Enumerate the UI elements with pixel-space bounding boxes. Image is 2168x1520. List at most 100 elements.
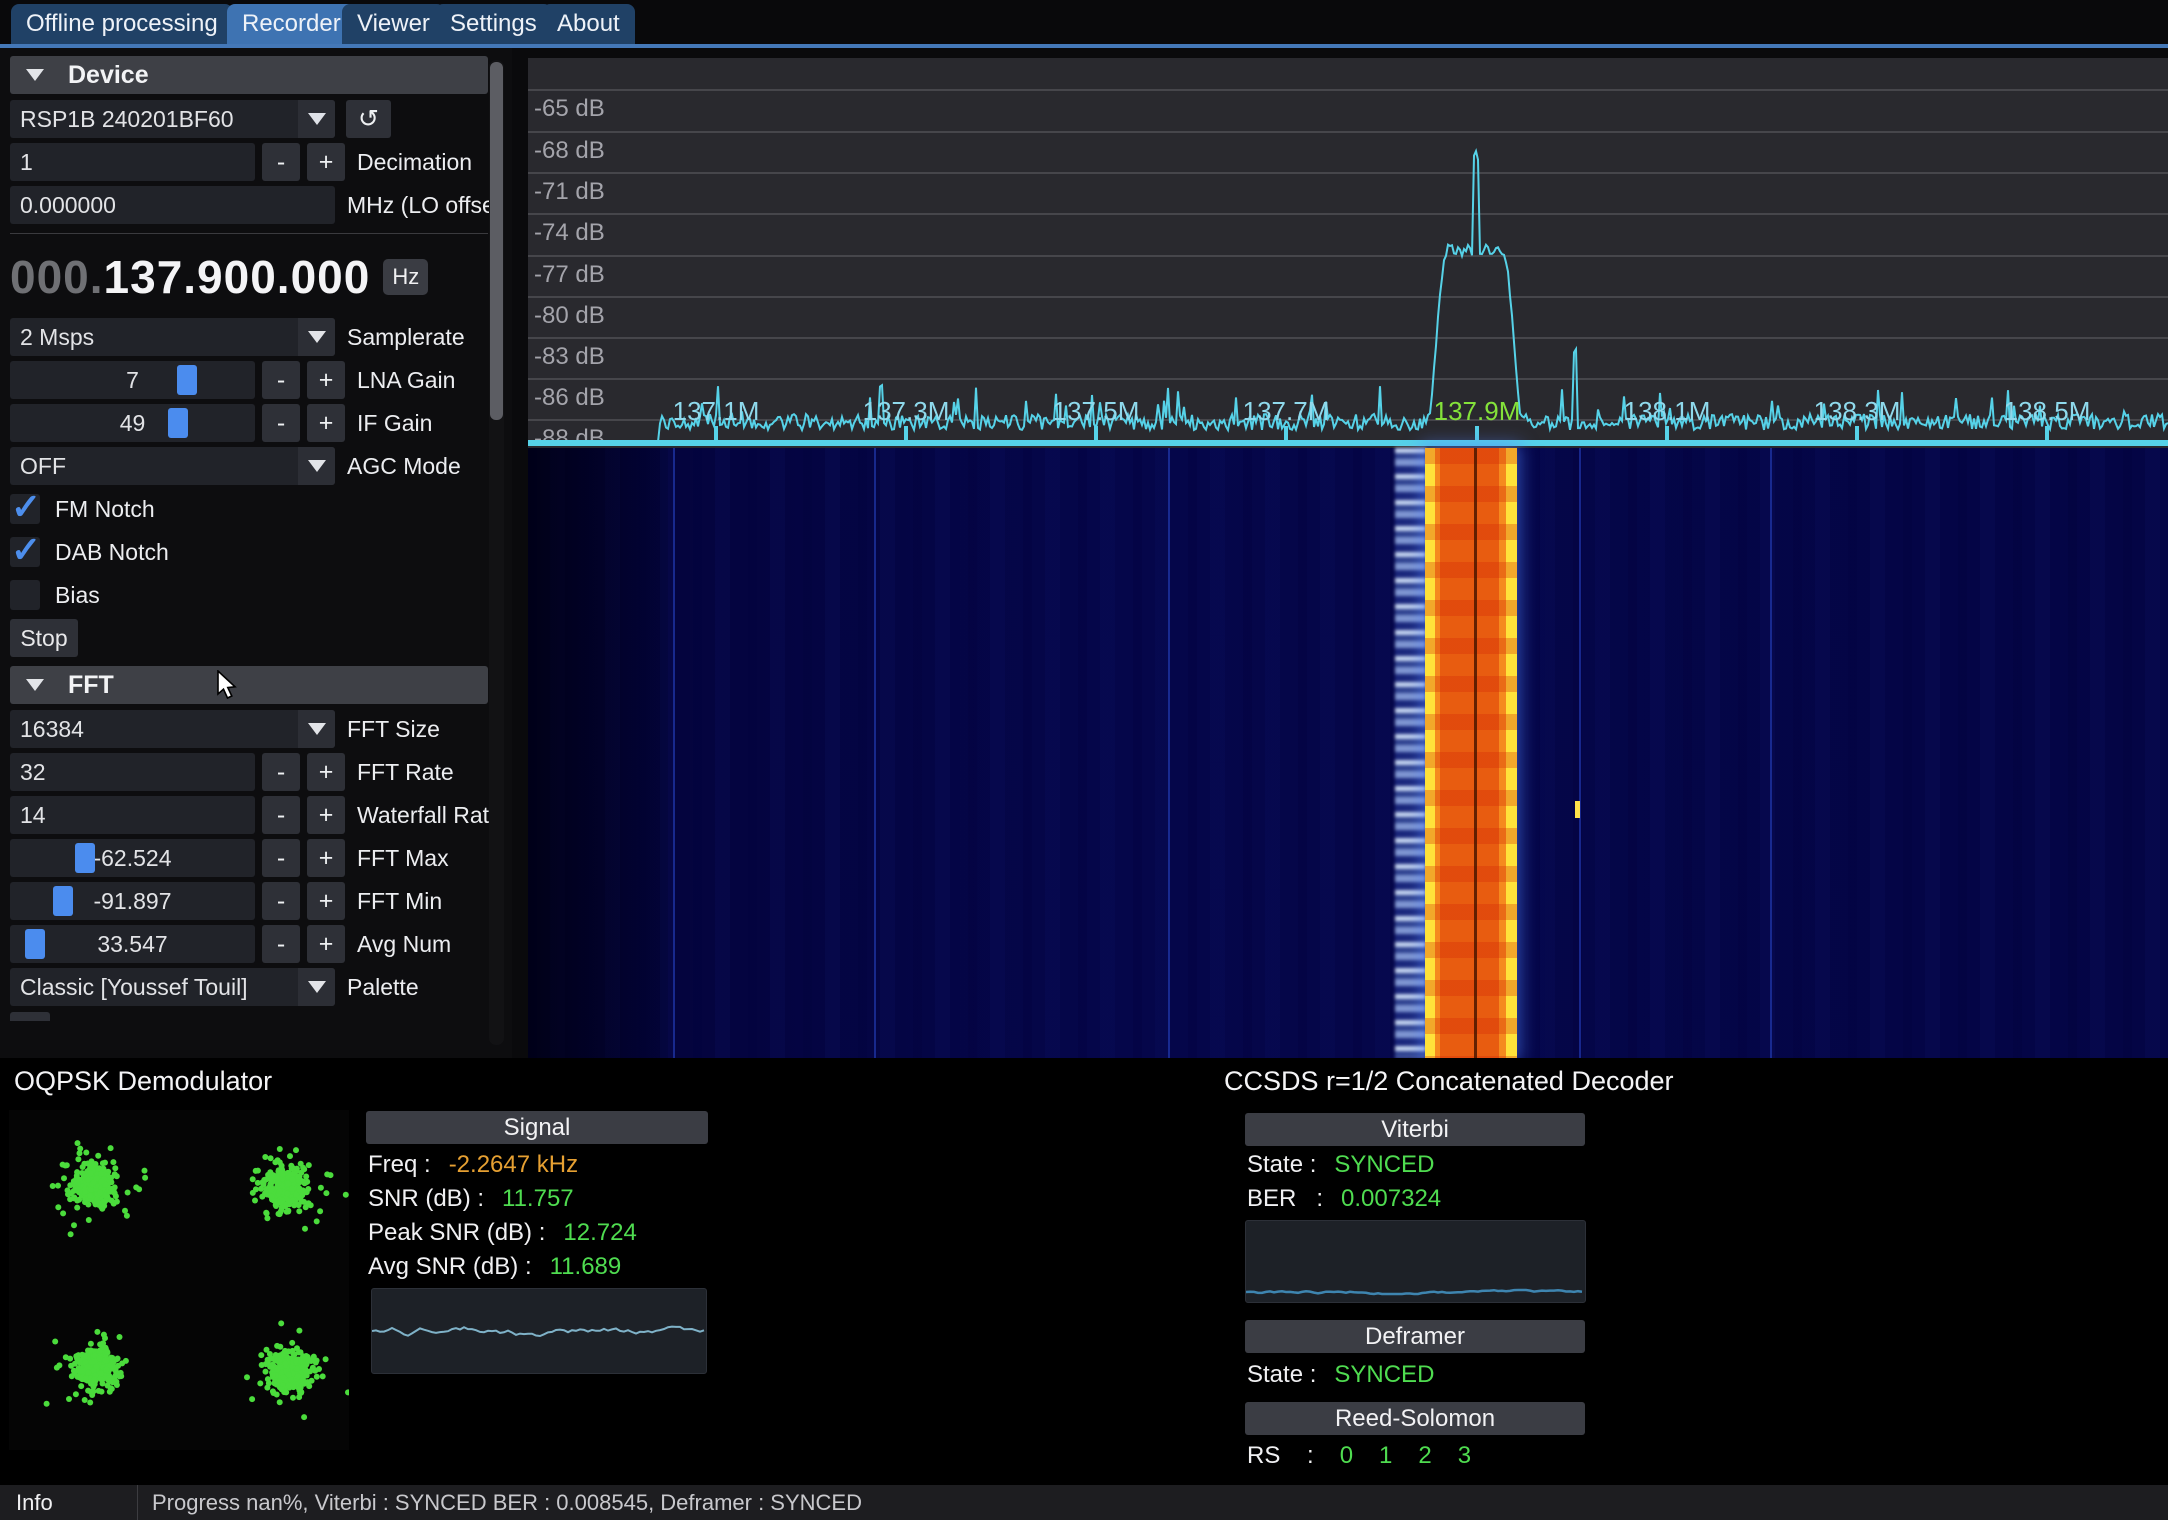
- waterfall-burst-mark: [1575, 801, 1580, 818]
- signal-stat-row: Freq : -2.2647 kHz: [368, 1148, 637, 1182]
- avg-num-increase-button[interactable]: +: [307, 925, 345, 963]
- waterfall-faint-line: [874, 448, 876, 1058]
- fft-max-increase-button[interactable]: +: [307, 839, 345, 877]
- device-source-select[interactable]: RSP1B 240201BF60: [10, 100, 335, 138]
- clipped-widget: [10, 1012, 50, 1021]
- mouse-cursor: [216, 670, 244, 700]
- viterbi-ber-value: 0.007324: [1341, 1185, 1441, 1213]
- panel-scrollbar[interactable]: [489, 60, 504, 1045]
- tab-recorder[interactable]: Recorder: [227, 4, 356, 44]
- frequency-display[interactable]: 000. 137.900.000 Hz: [10, 245, 512, 309]
- fft-min-slider[interactable]: -91.897: [10, 882, 255, 920]
- tab-about[interactable]: About: [542, 4, 635, 44]
- ber-history-chart: [1245, 1220, 1586, 1303]
- fm-notch-checkbox[interactable]: ✓: [10, 494, 40, 524]
- fft-section-title: FFT: [68, 671, 114, 700]
- reed-solomon-value: 3: [1458, 1442, 1471, 1469]
- reed-solomon-value: 0: [1340, 1442, 1353, 1469]
- fft-rate-decrease-button[interactable]: -: [262, 753, 300, 791]
- control-panel: Device RSP1B 240201BF60 ↺ 1 - + Decimati…: [0, 48, 512, 1058]
- device-section-header[interactable]: Device: [10, 56, 488, 94]
- tab-viewer[interactable]: Viewer: [342, 4, 445, 44]
- signal-stat-label: Freq :: [368, 1151, 431, 1179]
- decoder-section: OQPSK Demodulator Signal Freq :-2.2647 k…: [0, 1058, 2168, 1485]
- viterbi-header: Viterbi: [1245, 1113, 1585, 1146]
- avg-num-slider[interactable]: 33.547: [10, 925, 255, 963]
- app-window: Offline processing Recorder Viewer Setti…: [0, 0, 2168, 1520]
- viterbi-ber-label: BER :: [1247, 1185, 1323, 1213]
- waterfall-rate-input[interactable]: 14: [10, 796, 255, 834]
- lna-gain-decrease-button[interactable]: -: [262, 361, 300, 399]
- avg-num-decrease-button[interactable]: -: [262, 925, 300, 963]
- chevron-down-icon: [298, 710, 335, 748]
- waterfall-rate-decrease-button[interactable]: -: [262, 796, 300, 834]
- lna-gain-increase-button[interactable]: +: [307, 361, 345, 399]
- decimation-increase-button[interactable]: +: [307, 143, 345, 181]
- fft-plot[interactable]: -65 dB-68 dB-71 dB-74 dB-77 dB-80 dB-83 …: [528, 58, 2168, 448]
- fft-section-header[interactable]: FFT: [10, 666, 488, 704]
- decoder-title: CCSDS r=1/2 Concatenated Decoder: [1224, 1066, 1674, 1097]
- refresh-devices-button[interactable]: ↺: [346, 100, 391, 138]
- slider-grab[interactable]: [25, 929, 45, 959]
- fft-min-increase-button[interactable]: +: [307, 882, 345, 920]
- lna-gain-slider[interactable]: 7: [10, 361, 255, 399]
- lo-offset-input[interactable]: 0.000000: [10, 186, 335, 224]
- freq-axis-label: 137.5M: [1053, 396, 1140, 427]
- if-gain-slider[interactable]: 49: [10, 404, 255, 442]
- chevron-down-icon: [298, 968, 335, 1006]
- bias-checkbox[interactable]: [10, 580, 40, 610]
- agc-mode-select[interactable]: OFF: [10, 447, 335, 485]
- palette-select[interactable]: Classic [Youssef Touil]: [10, 968, 335, 1006]
- if-gain-increase-button[interactable]: +: [307, 404, 345, 442]
- reed-solomon-label: RS :: [1247, 1442, 1314, 1470]
- frequency-main-digits: 137.900.000: [104, 250, 371, 304]
- signal-stat-label: Peak SNR (dB) :: [368, 1219, 545, 1247]
- signal-stat-value: -2.2647 kHz: [449, 1151, 578, 1179]
- device-section-title: Device: [68, 61, 149, 90]
- decimation-label: Decimation: [357, 149, 472, 176]
- collapse-arrow-icon: [26, 679, 44, 691]
- checkmark-icon: ✓: [11, 486, 41, 528]
- avg-num-label: Avg Num: [357, 931, 451, 958]
- fm-notch-label: FM Notch: [55, 496, 155, 523]
- if-gain-decrease-button[interactable]: -: [262, 404, 300, 442]
- fft-max-slider[interactable]: -62.524: [10, 839, 255, 877]
- tab-settings[interactable]: Settings: [435, 4, 552, 44]
- fft-rate-increase-button[interactable]: +: [307, 753, 345, 791]
- slider-grab[interactable]: [53, 886, 73, 916]
- samplerate-select[interactable]: 2 Msps: [10, 318, 335, 356]
- slider-grab[interactable]: [168, 408, 188, 438]
- reed-solomon-header: Reed-Solomon: [1245, 1402, 1585, 1435]
- fft-min-decrease-button[interactable]: -: [262, 882, 300, 920]
- chevron-down-icon: [298, 318, 335, 356]
- samplerate-value: 2 Msps: [10, 324, 298, 351]
- stop-button[interactable]: Stop: [10, 619, 78, 657]
- waterfall-rate-label: Waterfall Rate: [357, 802, 502, 829]
- snr-history-chart: [371, 1288, 707, 1374]
- chevron-down-icon: [298, 447, 335, 485]
- separator: [10, 233, 488, 234]
- fft-rate-input[interactable]: 32: [10, 753, 255, 791]
- waterfall-rate-increase-button[interactable]: +: [307, 796, 345, 834]
- signal-stat-row: SNR (dB) :11.757: [368, 1182, 637, 1216]
- signal-stat-label: SNR (dB) :: [368, 1185, 484, 1213]
- waterfall-faint-line: [1168, 448, 1170, 1058]
- tab-offline-processing[interactable]: Offline processing: [11, 4, 233, 44]
- freq-axis-label: 138.1M: [1624, 396, 1711, 427]
- frequency-unit-chip[interactable]: Hz: [383, 259, 428, 295]
- waterfall-faint-line: [1579, 448, 1581, 1058]
- dab-notch-label: DAB Notch: [55, 539, 169, 566]
- palette-value: Classic [Youssef Touil]: [10, 974, 298, 1001]
- slider-grab[interactable]: [75, 843, 95, 873]
- panel-scrollbar-thumb[interactable]: [490, 62, 503, 420]
- bias-label: Bias: [55, 582, 100, 609]
- frequency-dim-digits: 000.: [10, 250, 104, 304]
- waterfall-display[interactable]: [528, 448, 2168, 1058]
- fft-size-value: 16384: [10, 716, 298, 743]
- slider-grab[interactable]: [177, 365, 197, 395]
- decimation-decrease-button[interactable]: -: [262, 143, 300, 181]
- dab-notch-checkbox[interactable]: ✓: [10, 537, 40, 567]
- fft-max-decrease-button[interactable]: -: [262, 839, 300, 877]
- fft-size-select[interactable]: 16384: [10, 710, 335, 748]
- decimation-input[interactable]: 1: [10, 143, 255, 181]
